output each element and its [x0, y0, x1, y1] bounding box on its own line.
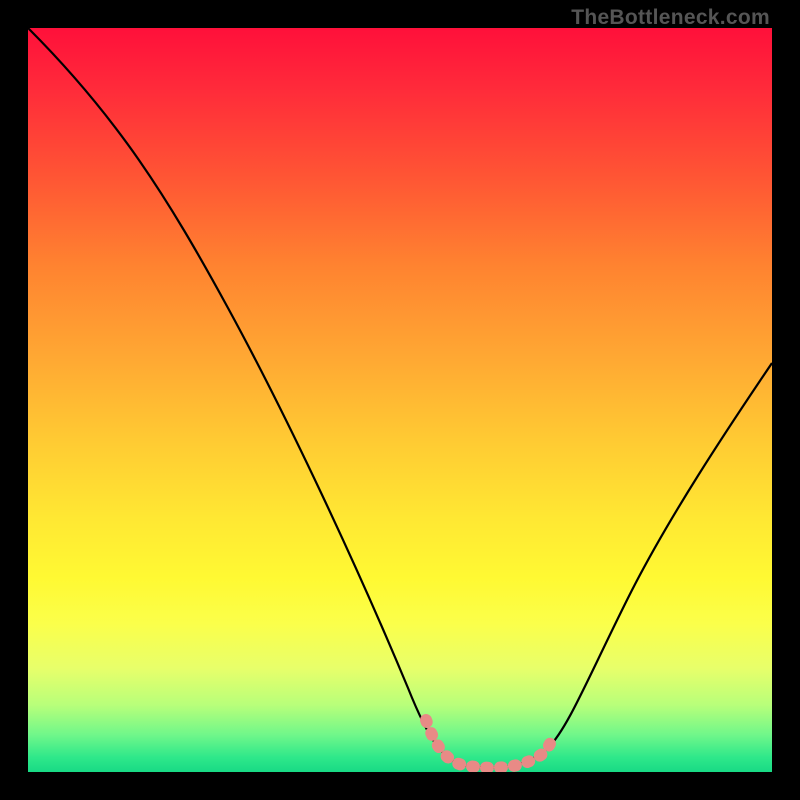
plot-area [28, 28, 772, 772]
watermark-text: TheBottleneck.com [571, 6, 770, 30]
highlight-segment [426, 720, 552, 768]
chart-container: TheBottleneck.com [0, 0, 800, 800]
bottleneck-curve [28, 28, 772, 768]
curve-svg [28, 28, 772, 772]
